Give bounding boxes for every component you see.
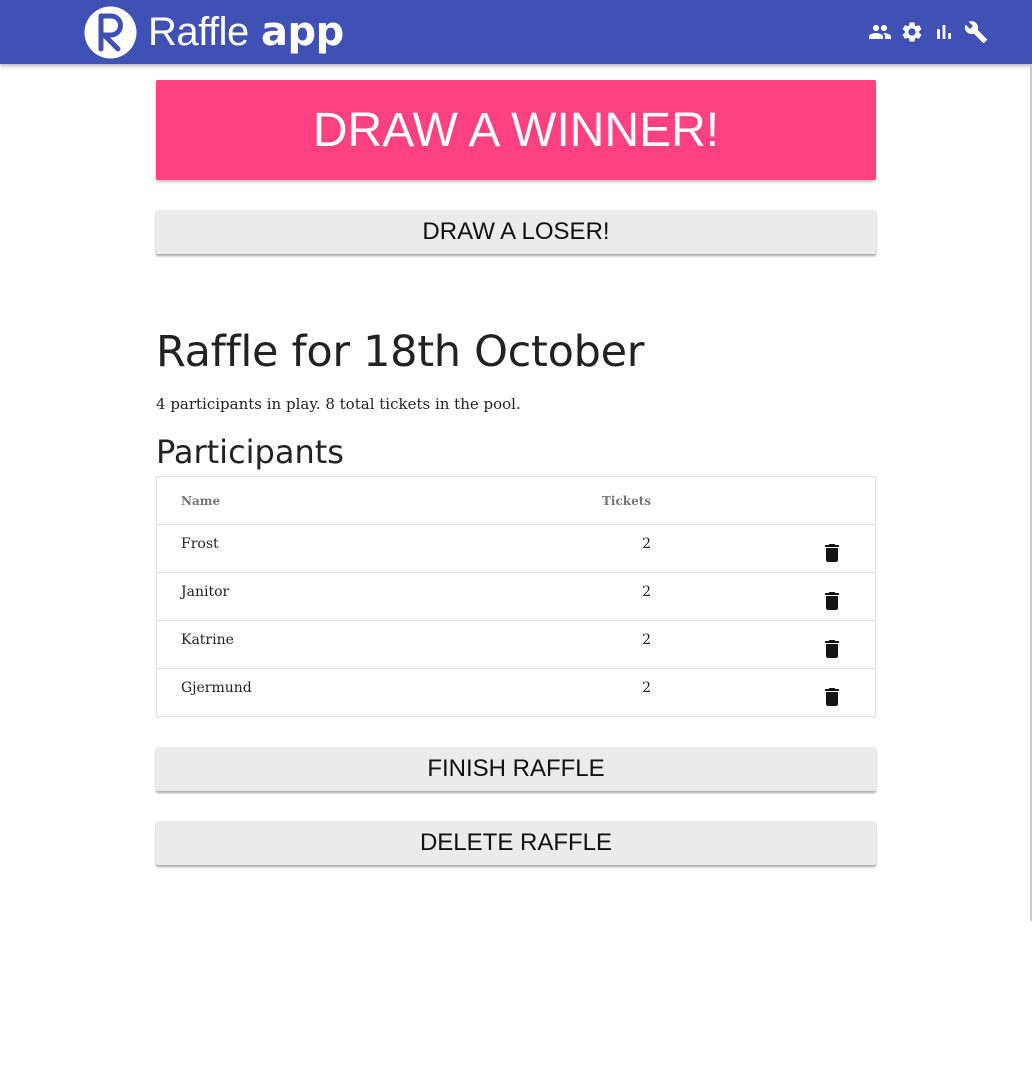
participants-button[interactable] xyxy=(868,20,892,44)
participant-tickets: 2 xyxy=(642,584,651,600)
raffle-summary: 4 participants in play. 8 total tickets … xyxy=(156,394,876,414)
raffle-title: Raffle for 18th October xyxy=(156,327,645,377)
participants-heading: Participants xyxy=(156,433,344,471)
logo-text-light: Raffle xyxy=(148,10,249,54)
row-actions xyxy=(651,621,875,661)
delete-participant-button[interactable] xyxy=(820,541,844,565)
finish-raffle-button[interactable]: FINISH RAFFLE xyxy=(156,747,876,791)
trash-icon xyxy=(825,688,839,706)
participant-name: Katrine xyxy=(181,632,234,648)
tools-button[interactable] xyxy=(964,20,988,44)
participant-tickets: 2 xyxy=(642,632,651,648)
column-header-tickets[interactable]: Tickets xyxy=(557,494,651,508)
delete-raffle-button[interactable]: DELETE RAFFLE xyxy=(156,821,876,865)
column-header-name[interactable]: Name xyxy=(157,494,557,508)
settings-button[interactable] xyxy=(900,20,924,44)
participant-name: Gjermund xyxy=(181,680,252,696)
delete-participant-button[interactable] xyxy=(820,589,844,613)
draw-loser-button[interactable]: DRAW A LOSER! xyxy=(156,210,876,254)
app-bar: Raffle app xyxy=(0,0,1032,64)
participants-table: Name Tickets Frost 2 Janitor 2 Katrine 2… xyxy=(156,476,876,717)
table-row: Janitor 2 xyxy=(157,573,875,621)
statistics-button[interactable] xyxy=(932,20,956,44)
delete-participant-button[interactable] xyxy=(820,637,844,661)
row-actions xyxy=(651,525,875,565)
table-row: Gjermund 2 xyxy=(157,669,875,716)
participant-tickets: 2 xyxy=(642,536,651,552)
table-row: Katrine 2 xyxy=(157,621,875,669)
trash-icon xyxy=(825,544,839,562)
participant-name: Janitor xyxy=(181,584,230,600)
participant-name: Frost xyxy=(181,536,219,552)
draw-winner-button[interactable]: DRAW A WINNER! xyxy=(156,80,876,180)
logo-text-bold: app xyxy=(261,9,344,55)
wrench-icon xyxy=(964,21,987,43)
table-row: Frost 2 xyxy=(157,525,875,573)
trash-icon xyxy=(825,592,839,610)
participant-tickets: 2 xyxy=(642,680,651,696)
table-header: Name Tickets xyxy=(157,477,875,525)
row-actions xyxy=(651,669,875,709)
ticket-count: 8 xyxy=(325,395,335,413)
participant-count: 4 xyxy=(156,395,166,413)
gear-icon xyxy=(902,22,922,42)
app-bar-actions xyxy=(868,20,988,44)
main-content: DRAW A WINNER! DRAW A LOSER! Raffle for … xyxy=(156,80,876,865)
logo-text: Raffle app xyxy=(148,12,344,52)
participants-text: participants in play. xyxy=(165,395,326,413)
row-actions xyxy=(651,573,875,613)
bar-chart-icon xyxy=(937,25,951,39)
trash-icon xyxy=(825,640,839,658)
delete-participant-button[interactable] xyxy=(820,685,844,709)
app-logo[interactable]: Raffle app xyxy=(84,2,344,62)
tickets-text: total tickets in the pool. xyxy=(334,395,521,413)
logo-r-icon xyxy=(84,6,137,58)
people-icon xyxy=(869,25,891,39)
